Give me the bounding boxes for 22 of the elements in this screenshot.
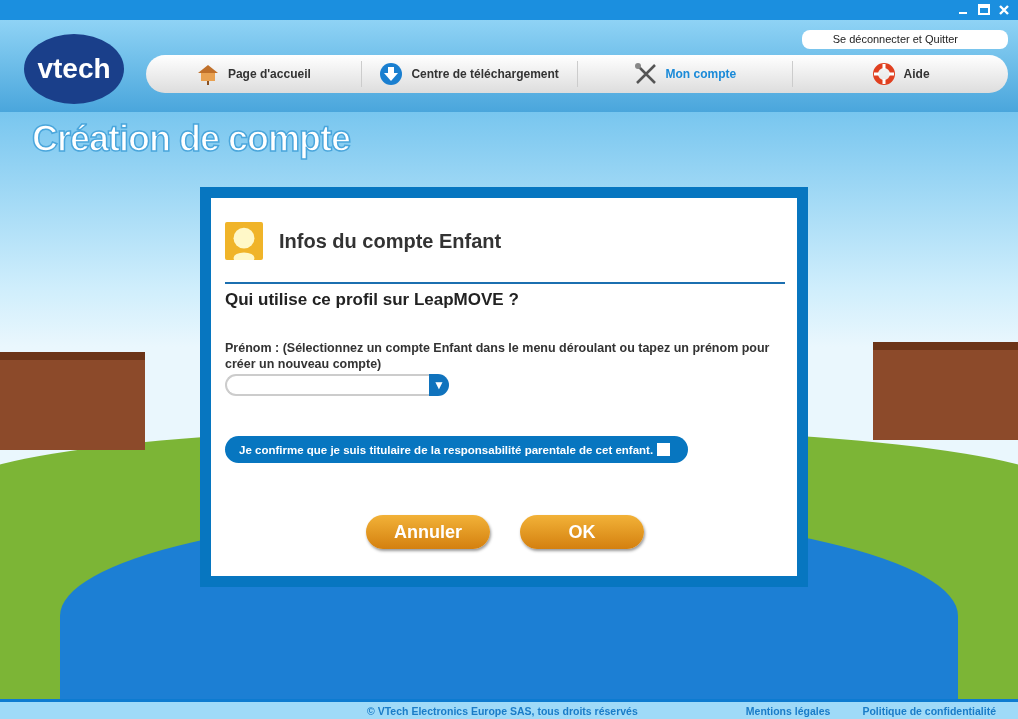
confirm-text: Je confirme que je suis titulaire de la responsabilité parentale de cet enfant. <box>239 443 654 456</box>
close-icon[interactable] <box>998 4 1010 16</box>
copyright-text: © VTech Electronics Europe SAS, tous droits réservés <box>367 704 638 717</box>
vtech-logo[interactable]: vtech <box>24 34 124 104</box>
download-icon <box>379 61 404 86</box>
lifebuoy-icon <box>871 61 896 86</box>
nav-item[interactable]: Page d'accueil <box>146 60 362 87</box>
question-heading: Qui utilise ce profil sur LeapMOVE ? <box>225 290 520 310</box>
nav-item[interactable]: Aide <box>793 60 1008 87</box>
footer-link[interactable]: Politique de confidentialité <box>862 704 996 717</box>
name-input[interactable] <box>225 374 429 396</box>
nav-item[interactable]: Mon compte <box>577 60 794 87</box>
avatar-icon <box>225 222 263 260</box>
footer-link[interactable]: Mentions légales <box>745 704 831 717</box>
tools-icon <box>633 61 658 86</box>
maximize-icon[interactable] <box>978 4 990 16</box>
confirm-checkbox[interactable] <box>657 443 671 456</box>
page-title: Création de compte <box>32 118 351 160</box>
logout-link[interactable]: Se déconnecter et Quitter <box>802 29 1008 49</box>
nav-item[interactable]: Centre de téléchargement <box>361 60 578 87</box>
dialog-title: Infos du compte Enfant <box>279 229 502 253</box>
field-label: Prénom : (Sélectionnez un compte Enfant dans le menu déroulant ou tapez un prénom pour créer un nouveau compte) <box>225 340 771 372</box>
